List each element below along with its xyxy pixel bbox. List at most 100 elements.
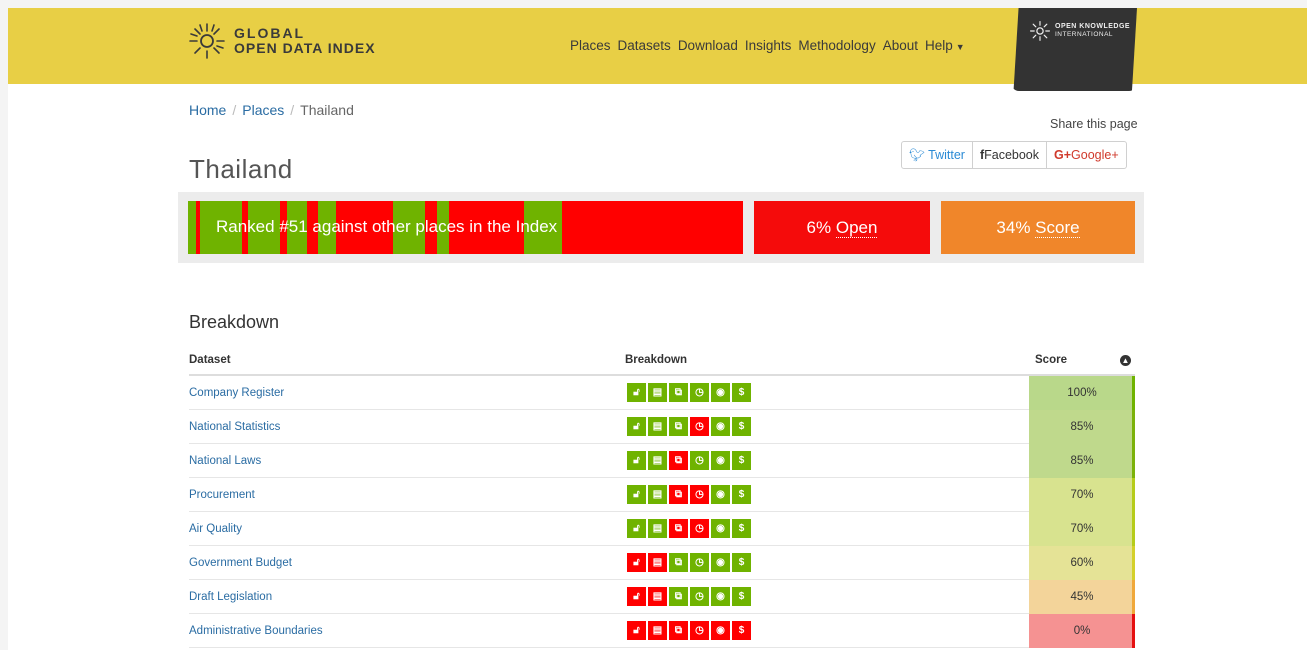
copy-icon[interactable]: ⧉ (669, 621, 688, 640)
dataset-link[interactable]: Procurement (189, 489, 255, 501)
score-edge-indicator (1132, 546, 1135, 580)
dataset-link[interactable]: Government Budget (189, 557, 292, 569)
table-row: Draft Legislation 🔓︎ ▤ ⧉ ◷ ◉ $45% (189, 580, 1135, 614)
copy-icon[interactable]: ⧉ (669, 587, 688, 606)
lock-icon[interactable]: 🔓︎ (627, 587, 646, 606)
dollar-icon[interactable]: $ (732, 485, 751, 504)
dollar-icon[interactable]: $ (732, 553, 751, 572)
clock-icon[interactable]: ◷ (690, 519, 709, 538)
eye-icon[interactable]: ◉ (711, 519, 730, 538)
nav-about[interactable]: About (883, 38, 918, 53)
dollar-icon[interactable]: $ (732, 519, 751, 538)
lock-icon[interactable]: 🔓︎ (627, 553, 646, 572)
breakdown-icons: 🔓︎ ▤ ⧉ ◷ ◉ $ (627, 417, 751, 436)
eye-icon[interactable]: ◉ (711, 587, 730, 606)
clock-icon[interactable]: ◷ (690, 485, 709, 504)
clock-icon[interactable]: ◷ (690, 451, 709, 470)
license-icon[interactable]: ▤ (648, 519, 667, 538)
facebook-share-button[interactable]: fFacebook (973, 142, 1048, 168)
eye-icon[interactable]: ◉ (711, 383, 730, 402)
score-value: 70% (1070, 523, 1094, 535)
license-icon[interactable]: ▤ (648, 485, 667, 504)
eye-icon[interactable]: ◉ (711, 417, 730, 436)
share-buttons: 🐦︎ Twitter fFacebook G+Google+ (901, 141, 1127, 169)
copy-icon[interactable]: ⧉ (669, 383, 688, 402)
clock-icon[interactable]: ◷ (690, 383, 709, 402)
twitter-share-button[interactable]: 🐦︎ Twitter (902, 142, 973, 168)
nav-insights[interactable]: Insights (745, 38, 792, 53)
clock-icon[interactable]: ◷ (690, 553, 709, 572)
column-dataset[interactable]: Dataset (189, 354, 231, 366)
twitter-icon: 🐦︎ (909, 148, 925, 162)
copy-icon[interactable]: ⧉ (669, 519, 688, 538)
summary-panel: Ranked #51 against other places in the I… (178, 192, 1144, 263)
share-label: Share this page (1050, 117, 1138, 131)
score-edge-indicator (1132, 478, 1135, 512)
clock-icon[interactable]: ◷ (690, 621, 709, 640)
table-body: Company Register 🔓︎ ▤ ⧉ ◷ ◉ $100% National Stat… (189, 376, 1135, 648)
breakdown-icons: 🔓︎ ▤ ⧉ ◷ ◉ $ (627, 621, 751, 640)
okf-logo-icon (1029, 20, 1051, 42)
breakdown-icons: 🔓︎ ▤ ⧉ ◷ ◉ $ (627, 553, 751, 572)
breadcrumb-places[interactable]: Places (242, 102, 284, 118)
nav-datasets[interactable]: Datasets (618, 38, 671, 53)
license-icon[interactable]: ▤ (648, 383, 667, 402)
eye-icon[interactable]: ◉ (711, 451, 730, 470)
clock-icon[interactable]: ◷ (690, 417, 709, 436)
copy-icon[interactable]: ⧉ (669, 417, 688, 436)
open-label[interactable]: Open (835, 218, 878, 238)
lock-icon[interactable]: 🔓︎ (627, 417, 646, 436)
score-value: 60% (1070, 557, 1094, 569)
dollar-icon[interactable]: $ (732, 451, 751, 470)
dollar-icon[interactable]: $ (732, 621, 751, 640)
breakdown-icons: 🔓︎ ▤ ⧉ ◷ ◉ $ (627, 587, 751, 606)
eye-icon[interactable]: ◉ (711, 485, 730, 504)
google-share-button[interactable]: G+Google+ (1047, 142, 1126, 168)
dataset-link[interactable]: National Laws (189, 455, 261, 467)
copy-icon[interactable]: ⧉ (669, 451, 688, 470)
score-cell: 85% (1029, 444, 1135, 478)
lock-icon[interactable]: 🔓︎ (627, 451, 646, 470)
lock-icon[interactable]: 🔓︎ (627, 621, 646, 640)
sort-arrow-icon[interactable]: ▲ (1120, 355, 1131, 366)
license-icon[interactable]: ▤ (648, 621, 667, 640)
table-header: Dataset Breakdown Score ▲ (189, 346, 1135, 376)
score-value: 45% (1070, 591, 1094, 603)
nav-places[interactable]: Places (570, 38, 611, 53)
lock-icon[interactable]: 🔓︎ (627, 519, 646, 538)
license-icon[interactable]: ▤ (648, 417, 667, 436)
score-label[interactable]: Score (1035, 218, 1080, 238)
okf-title: OPEN KNOWLEDGE (1055, 23, 1131, 30)
okf-badge[interactable]: OPEN KNOWLEDGE INTERNATIONAL (1013, 8, 1137, 91)
breadcrumb: Home / Places / Thailand (189, 102, 354, 118)
dataset-link[interactable]: Draft Legislation (189, 591, 272, 603)
dataset-link[interactable]: Air Quality (189, 523, 242, 535)
dollar-icon[interactable]: $ (732, 383, 751, 402)
dollar-icon[interactable]: $ (732, 417, 751, 436)
breadcrumb-home[interactable]: Home (189, 102, 226, 118)
clock-icon[interactable]: ◷ (690, 587, 709, 606)
lock-icon[interactable]: 🔓︎ (627, 485, 646, 504)
nav-methodology[interactable]: Methodology (798, 38, 875, 53)
dataset-link[interactable]: Company Register (189, 387, 284, 399)
okf-subtitle: INTERNATIONAL (1055, 31, 1114, 38)
score-cell: 45% (1029, 580, 1135, 614)
eye-icon[interactable]: ◉ (711, 553, 730, 572)
nav-help-label: Help (924, 38, 953, 53)
eye-icon[interactable]: ◉ (711, 621, 730, 640)
dataset-link[interactable]: Administrative Boundaries (189, 625, 323, 637)
breakdown-title: Breakdown (189, 312, 280, 332)
page: GLOBAL OPEN DATA INDEX Places Datasets D… (8, 8, 1307, 650)
lock-icon[interactable]: 🔓︎ (627, 383, 646, 402)
copy-icon[interactable]: ⧉ (669, 485, 688, 504)
nav-help-dropdown[interactable]: Help ▼ (925, 38, 972, 53)
dollar-icon[interactable]: $ (732, 587, 751, 606)
license-icon[interactable]: ▤ (648, 587, 667, 606)
license-icon[interactable]: ▤ (648, 451, 667, 470)
site-logo[interactable]: GLOBAL OPEN DATA INDEX (186, 20, 376, 62)
column-score[interactable]: Score (1035, 354, 1067, 366)
copy-icon[interactable]: ⧉ (669, 553, 688, 572)
dataset-link[interactable]: National Statistics (189, 421, 280, 433)
license-icon[interactable]: ▤ (648, 553, 667, 572)
nav-download[interactable]: Download (678, 38, 738, 53)
